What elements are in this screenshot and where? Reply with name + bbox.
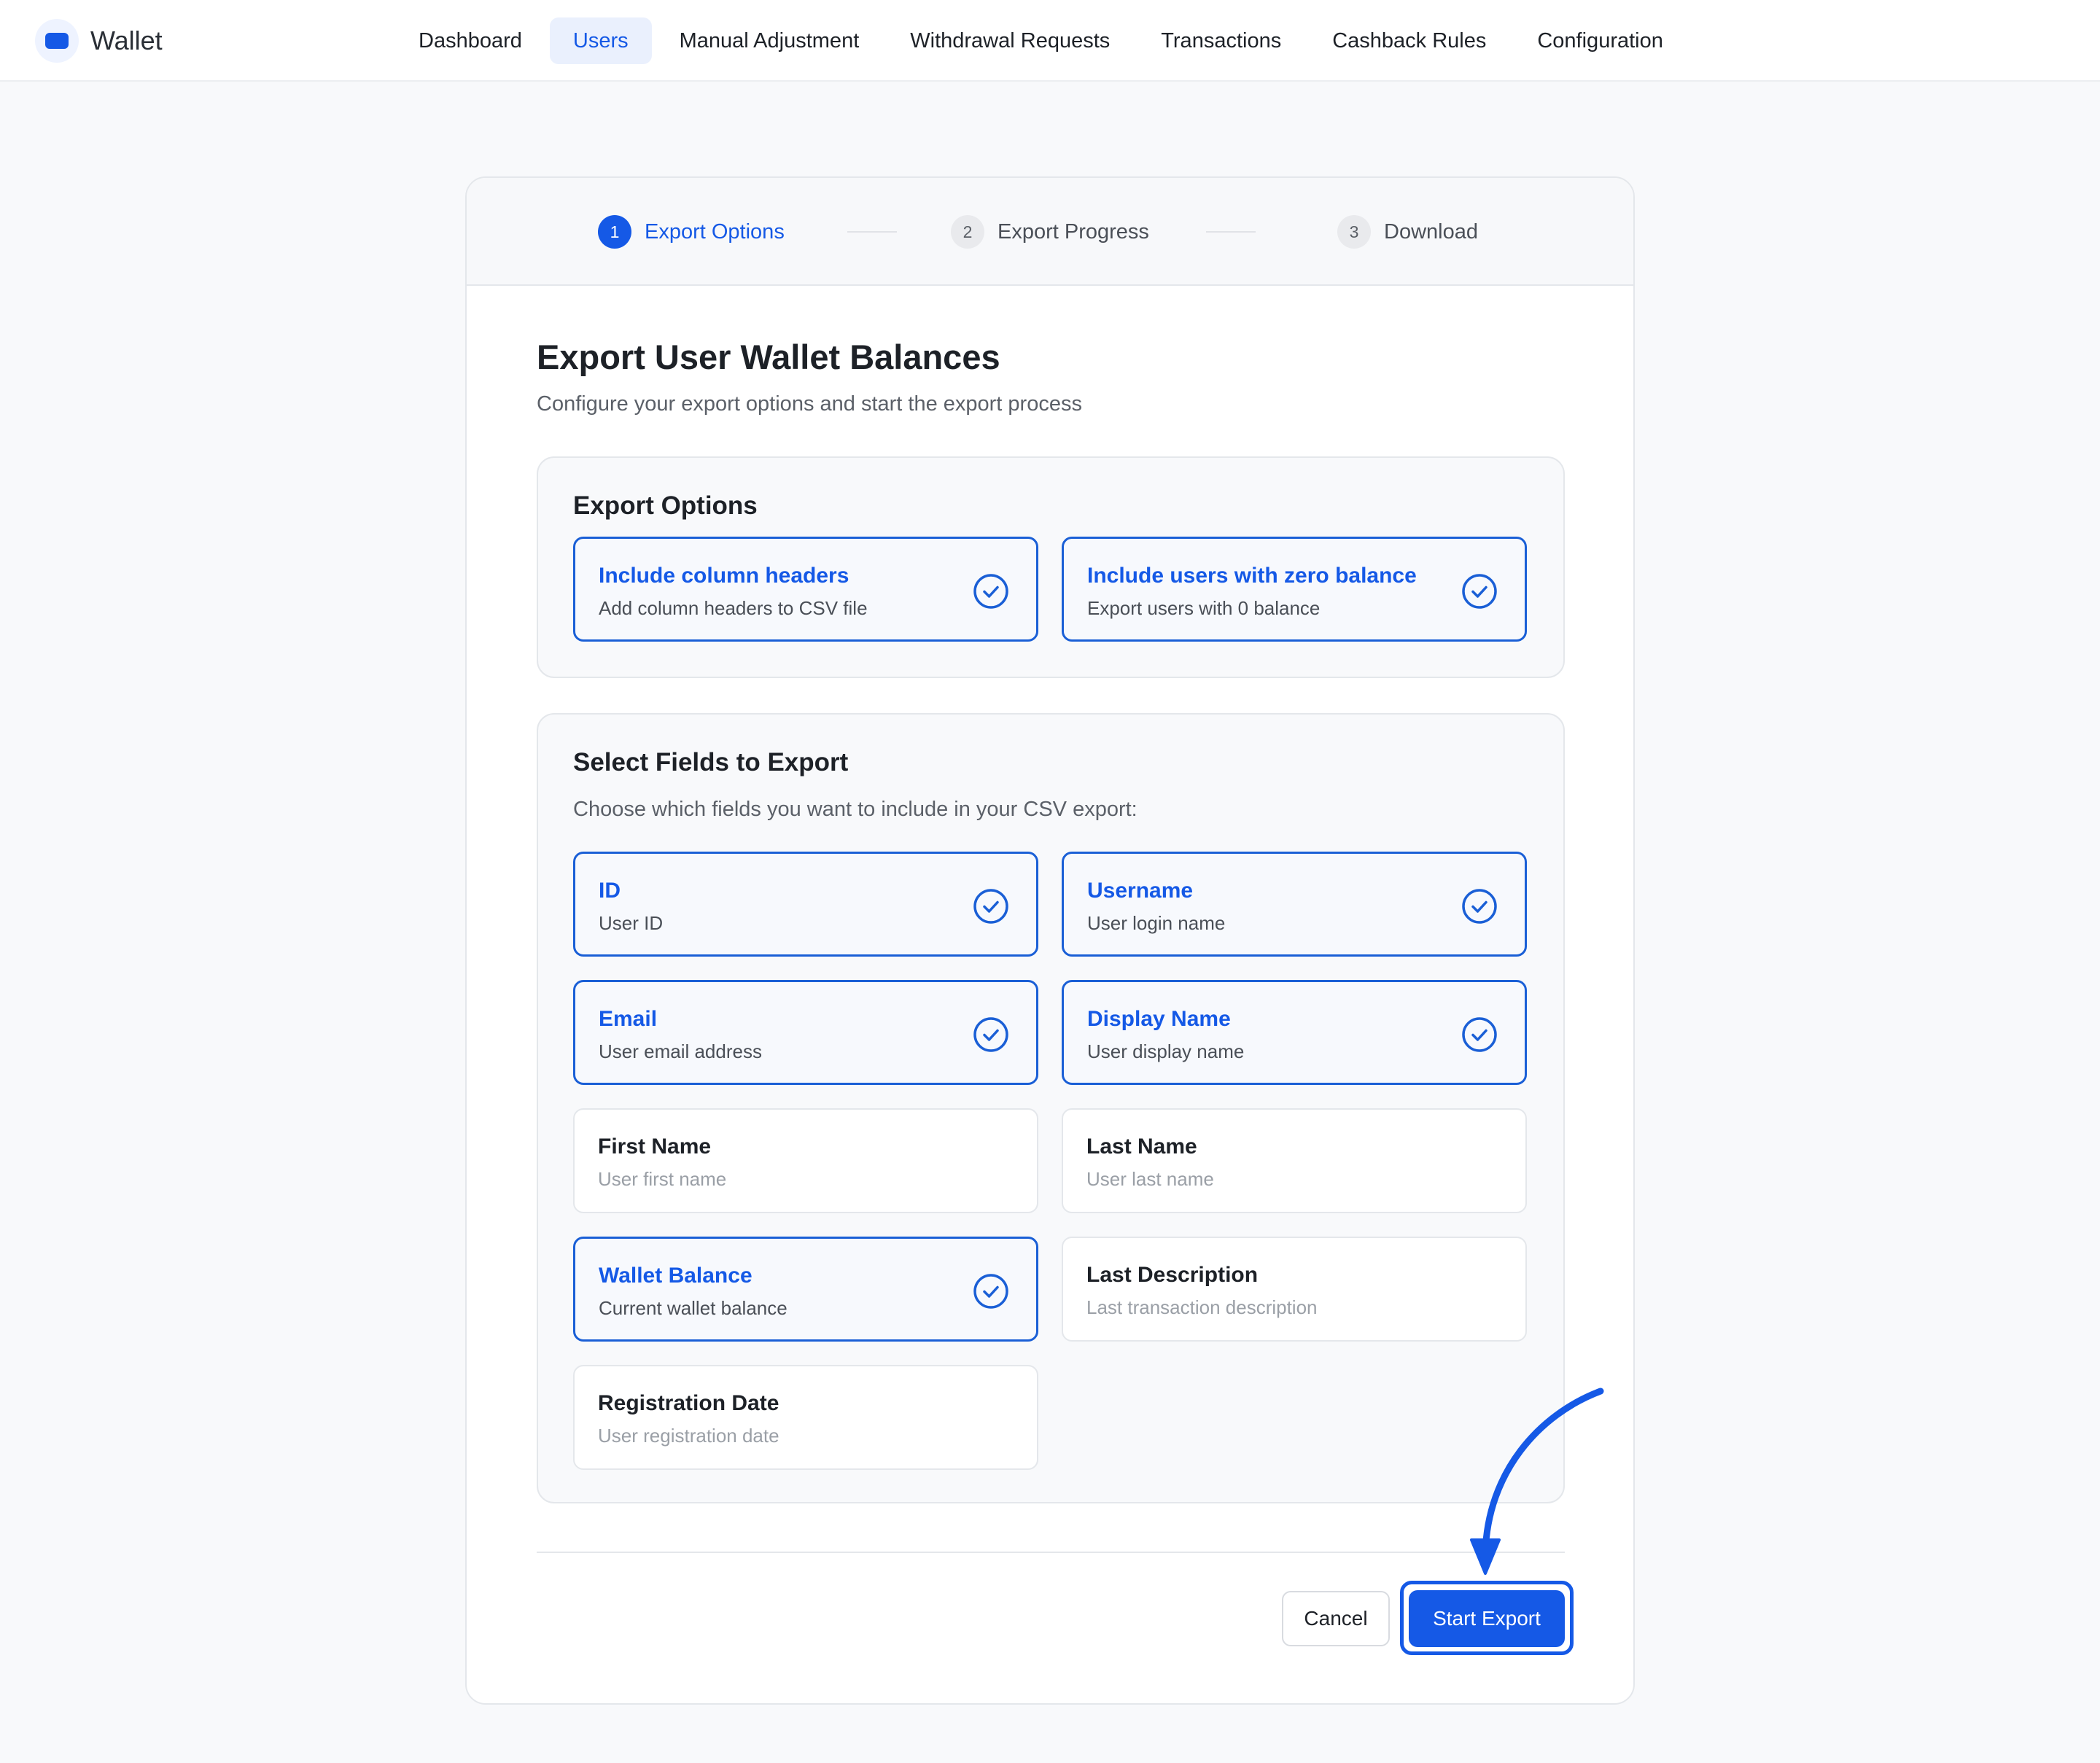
step-label: Download: [1384, 219, 1478, 244]
step-number: 1: [598, 215, 631, 249]
nav-item-dashboard[interactable]: Dashboard: [395, 17, 545, 64]
step-connector: [1206, 231, 1256, 233]
option-description: Add column headers to CSV file: [599, 597, 868, 619]
field-description: User email address: [599, 1040, 762, 1062]
nav-item-configuration[interactable]: Configuration: [1514, 17, 1687, 64]
cancel-button[interactable]: Cancel: [1282, 1591, 1390, 1646]
step-export-progress: 2 Export Progress: [951, 214, 1149, 249]
option-include-zero-balance[interactable]: Include users with zero balance Export u…: [1062, 537, 1527, 642]
field-last-description[interactable]: Last Description Last transaction descri…: [1062, 1237, 1527, 1342]
field-display-name[interactable]: Display Name User display name: [1062, 980, 1527, 1085]
field-label: Registration Date: [598, 1391, 779, 1415]
page-subtitle: Configure your export options and start …: [537, 392, 1082, 416]
field-description: Current wallet balance: [599, 1297, 788, 1319]
step-download: 3 Download: [1337, 214, 1478, 249]
field-label: Last Name: [1086, 1135, 1197, 1159]
option-label: Include column headers: [599, 564, 849, 588]
field-first-name[interactable]: First Name User first name: [573, 1108, 1038, 1213]
option-include-column-headers[interactable]: Include column headers Add column header…: [573, 537, 1038, 642]
select-fields-panel: Select Fields to Export Choose which fie…: [537, 713, 1565, 1503]
field-last-name[interactable]: Last Name User last name: [1062, 1108, 1527, 1213]
main-nav: Dashboard Users Manual Adjustment Withdr…: [395, 17, 1691, 64]
field-description: User first name: [598, 1168, 727, 1190]
top-navigation-bar: Wallet Dashboard Users Manual Adjustment…: [0, 0, 2100, 82]
field-wallet-balance[interactable]: Wallet Balance Current wallet balance: [573, 1237, 1038, 1342]
check-circle-icon: [1462, 1017, 1497, 1052]
field-label: Username: [1087, 879, 1194, 903]
check-circle-icon: [973, 1017, 1008, 1052]
field-username[interactable]: Username User login name: [1062, 852, 1527, 957]
field-description: Last transaction description: [1086, 1296, 1318, 1318]
select-fields-description: Choose which fields you want to include …: [573, 798, 1138, 821]
field-description: User display name: [1087, 1040, 1245, 1062]
field-label: ID: [599, 879, 621, 903]
check-circle-icon: [973, 574, 1008, 609]
step-number: 2: [951, 215, 984, 249]
check-circle-icon: [973, 889, 1008, 924]
check-circle-icon: [1462, 574, 1497, 609]
footer-divider: [537, 1552, 1565, 1553]
nav-item-manual-adjustment[interactable]: Manual Adjustment: [656, 17, 883, 64]
step-connector: [847, 231, 897, 233]
start-export-button[interactable]: Start Export: [1409, 1590, 1565, 1647]
field-registration-date[interactable]: Registration Date User registration date: [573, 1365, 1038, 1470]
field-description: User ID: [599, 912, 664, 934]
brand[interactable]: Wallet: [35, 17, 163, 64]
wallet-icon: [35, 19, 79, 63]
brand-name: Wallet: [90, 26, 163, 55]
step-number: 3: [1337, 215, 1371, 249]
field-label: Email: [599, 1007, 658, 1031]
export-options-title: Export Options: [573, 491, 758, 520]
field-label: Wallet Balance: [599, 1264, 752, 1288]
field-label: Last Description: [1086, 1263, 1259, 1287]
field-id[interactable]: ID User ID: [573, 852, 1038, 957]
select-fields-title: Select Fields to Export: [573, 748, 849, 777]
field-description: User last name: [1086, 1168, 1214, 1190]
nav-item-users[interactable]: Users: [549, 17, 652, 64]
wizard-stepper: 1 Export Options 2 Export Progress 3 Dow…: [467, 178, 1633, 286]
step-label: Export Progress: [998, 219, 1149, 244]
annotation-arrow-icon: [1470, 1388, 1604, 1575]
nav-item-transactions[interactable]: Transactions: [1138, 17, 1304, 64]
field-label: First Name: [598, 1135, 712, 1159]
option-label: Include users with zero balance: [1087, 564, 1417, 588]
field-description: User registration date: [598, 1425, 779, 1447]
step-export-options: 1 Export Options: [598, 214, 785, 249]
page-title: Export User Wallet Balances: [537, 338, 1000, 376]
field-email[interactable]: Email User email address: [573, 980, 1038, 1085]
export-options-panel: Export Options Include column headers Ad…: [537, 456, 1565, 678]
step-label: Export Options: [645, 219, 785, 244]
nav-item-cashback-rules[interactable]: Cashback Rules: [1309, 17, 1509, 64]
option-description: Export users with 0 balance: [1087, 597, 1321, 619]
field-label: Display Name: [1087, 1007, 1231, 1031]
check-circle-icon: [1462, 889, 1497, 924]
field-description: User login name: [1087, 912, 1226, 934]
nav-item-withdrawal-requests[interactable]: Withdrawal Requests: [887, 17, 1133, 64]
check-circle-icon: [973, 1274, 1008, 1309]
